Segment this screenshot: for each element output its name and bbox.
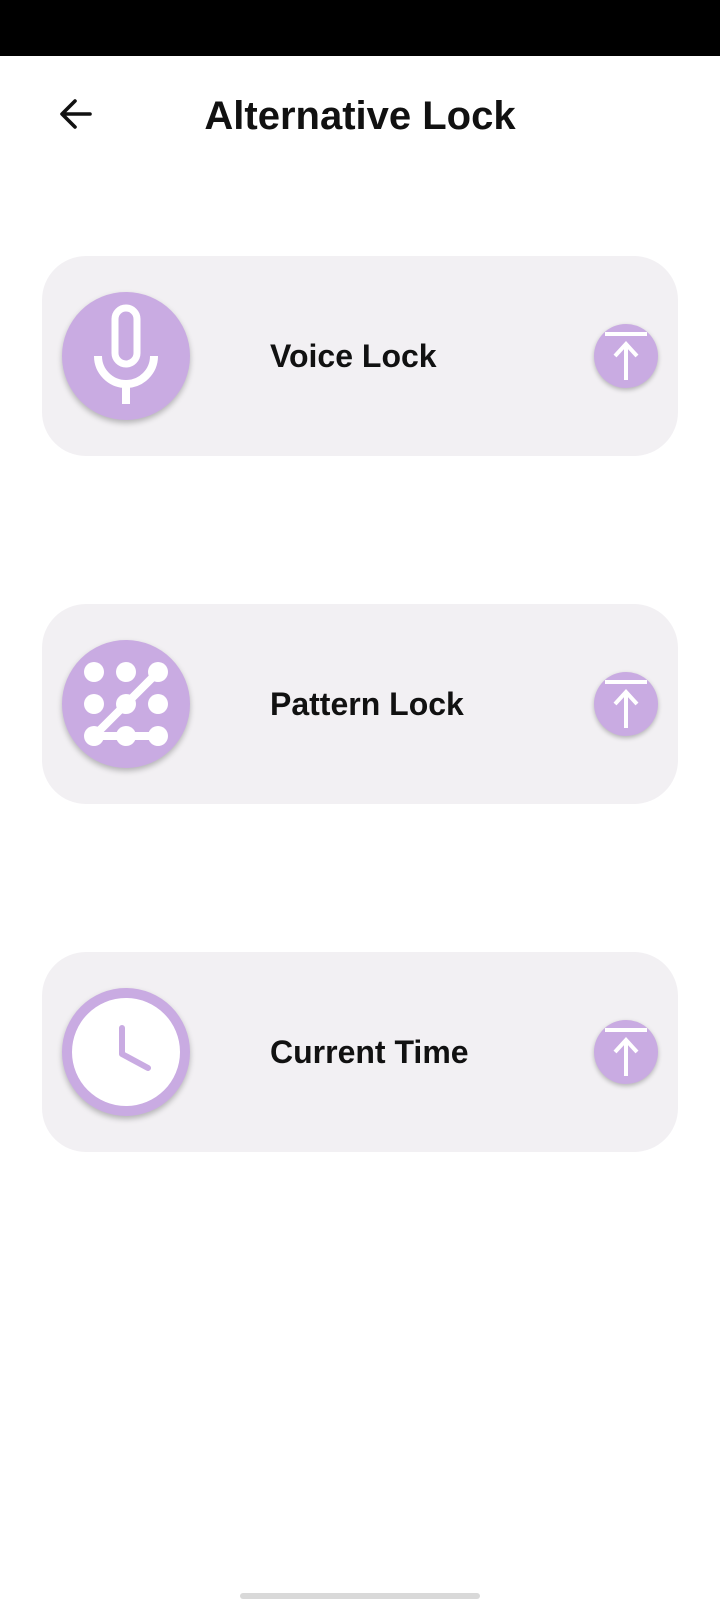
upload-icon — [605, 332, 647, 380]
current-time-card[interactable]: Current Time — [42, 952, 678, 1152]
upload-icon — [605, 1028, 647, 1076]
pattern-lock-card[interactable]: Pattern Lock — [42, 604, 678, 804]
home-indicator[interactable] — [240, 1593, 480, 1599]
voice-lock-action-button[interactable] — [594, 324, 658, 388]
current-time-label: Current Time — [270, 1034, 469, 1070]
app-bar: Alternative Lock — [0, 56, 720, 176]
pattern-grid-icon — [62, 640, 190, 768]
status-bar — [0, 0, 720, 56]
page-title: Alternative Lock — [204, 94, 516, 138]
pattern-lock-action-button[interactable] — [594, 672, 658, 736]
voice-lock-label: Voice Lock — [270, 338, 437, 374]
pattern-lock-label: Pattern Lock — [270, 686, 464, 722]
clock-icon — [62, 988, 190, 1116]
voice-lock-card[interactable]: Voice Lock — [42, 256, 678, 456]
upload-icon — [605, 680, 647, 728]
microphone-icon — [62, 292, 190, 420]
current-time-action-button[interactable] — [594, 1020, 658, 1084]
